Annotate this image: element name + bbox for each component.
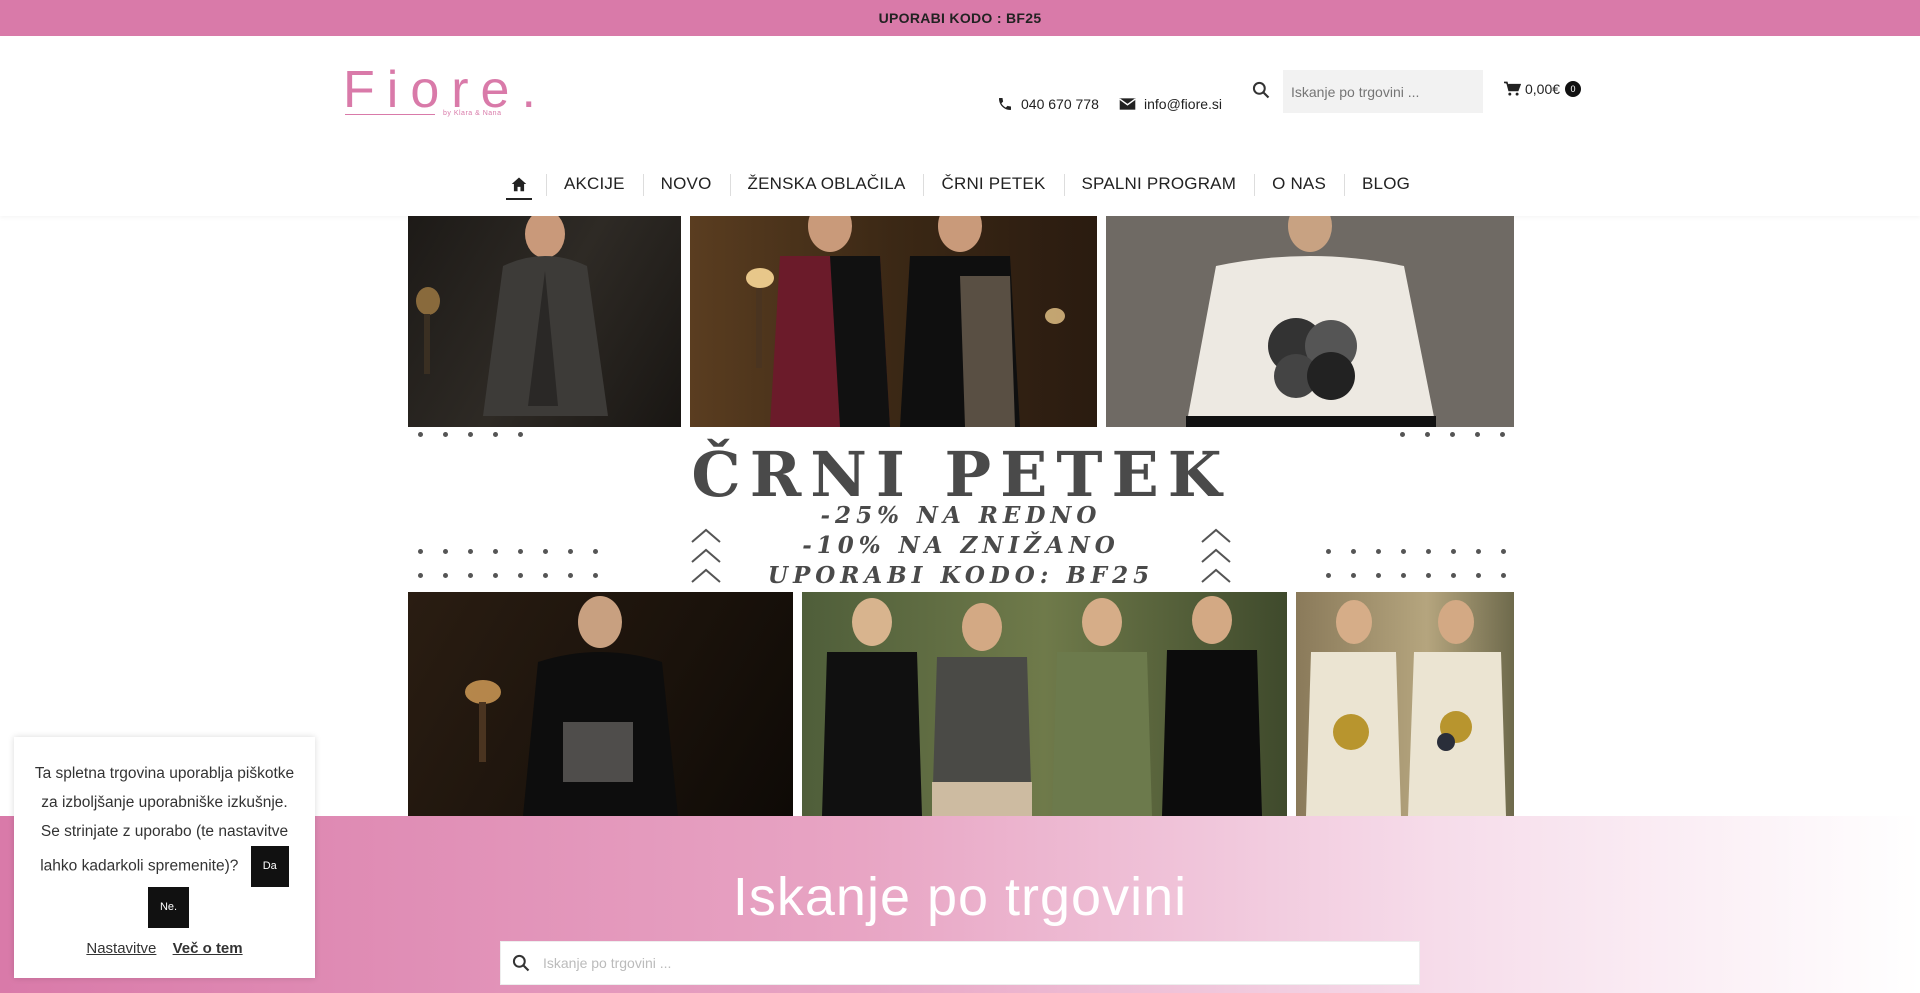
nav-akcije[interactable]: AKCIJE (545, 164, 643, 204)
site-header: Fiore. by Klara & Nana 040 670 778 info@… (0, 36, 1920, 216)
promo-bar: UPORABI KODO : BF25 (0, 0, 1920, 36)
photo-four-models-park (802, 592, 1287, 816)
cart-total: 0,00€ (1525, 81, 1561, 97)
banner-title: ČRNI PETEK (691, 438, 1231, 511)
main-navigation: AKCIJE NOVO ŽENSKA OBLAČILA ČRNI PETEK S… (0, 164, 1920, 204)
banner-line-3: UPORABI KODO: BF25 (767, 562, 1155, 589)
cookie-settings-link[interactable]: Nastavitve (86, 940, 156, 957)
cookie-accept-button[interactable]: Da (250, 846, 289, 887)
cart-link[interactable]: 0,00€ 0 (1503, 81, 1582, 97)
banner-line-2: -10% NA ZNIŽANO (802, 532, 1120, 559)
email-link[interactable]: info@fiore.si (1119, 82, 1222, 126)
photo-two-models-floral (1296, 592, 1514, 816)
logo-tagline: by Klara & Nana (443, 110, 502, 117)
cookie-more-link[interactable]: Več o tem (173, 940, 243, 957)
cart-count-badge: 0 (1565, 81, 1582, 97)
photo-model-grey-tunic (408, 216, 681, 427)
phone-link[interactable]: 040 670 778 (997, 82, 1099, 126)
nav-home[interactable] (492, 164, 546, 204)
store-search-placeholder: Iskanje po trgovini ... (543, 955, 672, 971)
store-search-field[interactable]: Iskanje po trgovini ... (500, 941, 1420, 985)
header-search-input[interactable] (1283, 70, 1483, 113)
cookie-consent-popup: Ta spletna trgovina uporablja piškotke z… (14, 737, 315, 978)
search-icon[interactable] (1251, 80, 1271, 100)
dots-decoration-top-right (1400, 432, 1514, 437)
photo-model-cream-top (1106, 216, 1514, 427)
black-friday-banner[interactable]: ČRNI PETEK -25% NA REDNO -10% NA ZNIŽANO… (408, 216, 1514, 816)
active-underline (505, 198, 532, 200)
photo-two-models-burgundy (690, 216, 1097, 427)
email-address: info@fiore.si (1144, 96, 1223, 112)
banner-line-1: -25% NA REDNO (820, 502, 1102, 529)
nav-novo[interactable]: NOVO (642, 164, 730, 204)
phone-number: 040 670 778 (1021, 96, 1099, 112)
nav-crni-petek[interactable]: ČRNI PETEK (923, 164, 1063, 204)
promo-text: UPORABI KODO : BF25 (878, 10, 1042, 26)
home-icon (511, 177, 527, 192)
search-icon (512, 954, 530, 972)
nav-blog[interactable]: BLOG (1344, 164, 1428, 204)
logo-word: Fiore. (343, 61, 548, 119)
nav-spalni-program[interactable]: SPALNI PROGRAM (1063, 164, 1255, 204)
fiore-logo[interactable]: Fiore. by Klara & Nana (343, 61, 548, 132)
nav-zenska-oblacila[interactable]: ŽENSKA OBLAČILA (729, 164, 924, 204)
photo-model-black-top (408, 592, 793, 816)
logo-underline (345, 114, 435, 115)
nav-o-nas[interactable]: O NAS (1254, 164, 1344, 204)
envelope-icon (1119, 98, 1136, 110)
cookie-decline-button[interactable]: Ne. (147, 887, 190, 928)
cart-icon (1504, 81, 1521, 96)
dots-decoration-top-left (418, 432, 543, 437)
phone-icon (999, 98, 1011, 110)
